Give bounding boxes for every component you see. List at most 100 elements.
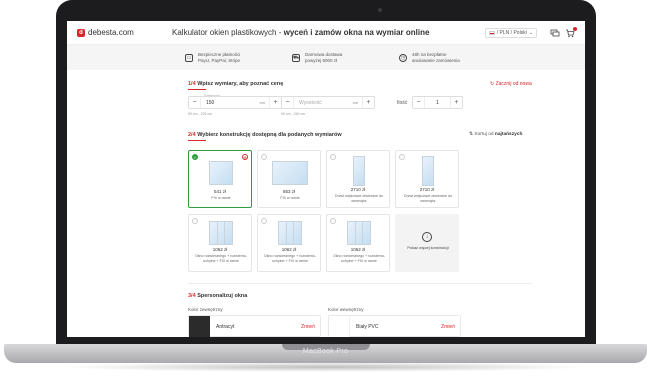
clock-icon: ◷	[399, 53, 407, 62]
height-unit: cm	[352, 100, 358, 105]
card-description: FIX w ramie	[280, 196, 300, 200]
logo-mark-icon: d	[77, 28, 85, 37]
show-more-label: Pokaż więcej konstrukcji	[407, 246, 449, 250]
quantity-stepper[interactable]: − 1 +	[412, 96, 463, 109]
check-icon: ✓	[192, 154, 198, 160]
quantity-increment-button[interactable]: +	[450, 97, 462, 108]
benefit-line2: PayU, PayPal, Stripe	[198, 57, 241, 63]
width-increment-button[interactable]: +	[269, 97, 281, 108]
construction-card[interactable]: ✓ ⊕ 541 zł FIX w ramie	[188, 150, 252, 208]
camera-icon	[378, 8, 382, 12]
construction-card[interactable]: 1062 zł Okno rozwieranego + rozwierno-uc…	[326, 214, 390, 272]
card-description: Okno rozwieranego + rozwierno-uchylne + …	[332, 254, 386, 263]
radio-icon	[399, 154, 405, 160]
card-description: Okno rozwieranego + rozwierno-uchylne + …	[194, 254, 248, 263]
step1-heading: 1/4 Wpisz wymiary, aby poznać cenę	[188, 81, 283, 87]
page-title-plain: Kalkulator okien plastikowych -	[172, 28, 284, 37]
radio-icon	[330, 218, 336, 224]
width-unit: cm	[259, 100, 265, 105]
outer-color-change-button[interactable]: Zmień	[301, 324, 315, 330]
step1-title: Wpisz wymiary, aby poznać cenę	[197, 81, 284, 87]
step3-title: Spersonalizuj okna	[197, 293, 248, 299]
logo[interactable]: d debesta.com	[77, 28, 172, 37]
screen: d debesta.com Kalkulator okien plastikow…	[67, 21, 585, 337]
window-triple-icon	[209, 221, 233, 245]
width-input[interactable]: 150	[201, 100, 260, 106]
card-price: 2710 zł	[419, 187, 435, 192]
construction-card[interactable]: 853 zł FIX w ramie	[257, 150, 321, 208]
construction-card[interactable]: 1062 zł Okno rozwieranego + rozwierno-uc…	[257, 214, 321, 272]
door-icon	[353, 156, 365, 186]
cart-icon[interactable]	[565, 26, 577, 38]
quantity-decrement-button[interactable]: −	[413, 97, 425, 108]
radio-icon	[192, 218, 198, 224]
flag-pl-icon	[488, 30, 495, 35]
card-description: Drzwi wejściowe otwierane do wewnątrz	[335, 194, 383, 203]
step2-title: Wybierz konstrukcję dostępną dla podanyc…	[197, 132, 342, 138]
height-input[interactable]: Wysokość	[294, 100, 353, 106]
sort-value: najtańszych	[494, 132, 523, 137]
language-selector[interactable]: / PLN / Polski ⌄	[484, 27, 537, 38]
inner-color-value: Biały PVC	[356, 324, 379, 330]
height-increment-button[interactable]: +	[362, 97, 374, 108]
outer-color-label: Kolor zewnętrzny	[188, 307, 223, 312]
top-bar: d debesta.com Kalkulator okien plastikow…	[67, 21, 585, 45]
chat-icon[interactable]	[550, 28, 560, 38]
construction-card[interactable]: 2710 zł Drzwi wejściowe otwierane do wew…	[326, 150, 390, 208]
step3-number: 3/4	[188, 293, 196, 299]
radio-icon	[261, 218, 267, 224]
benefit-cancel: ◷ 48h na bezpłatne anulowanie zamówienia	[399, 52, 473, 64]
card-price: 1062 zł	[350, 247, 366, 252]
radio-icon	[330, 154, 336, 160]
benefit-payment: ▭ Bezpieczne płatności PayU, PayPal, Stri…	[185, 52, 259, 64]
language-label: / PLN / Polski	[496, 29, 527, 36]
construction-card[interactable]: 1062 zł Okno rozwieranego + rozwierno-uc…	[188, 214, 252, 272]
card-price: 541 zł	[213, 189, 226, 194]
step2-heading: 2/4 Wybierz konstrukcję dostępną dla pod…	[188, 132, 342, 138]
height-decrement-button[interactable]: −	[282, 97, 294, 108]
outer-color-value: Antracyt	[216, 324, 235, 330]
width-decrement-button[interactable]: −	[189, 97, 201, 108]
card-price: 1062 zł	[281, 247, 297, 252]
step2-underline	[188, 140, 206, 141]
outer-color-swatch	[189, 316, 210, 337]
benefits-bar: ▭ Bezpieczne płatności PayU, PayPal, Stri…	[67, 45, 585, 70]
laptop-shadow	[60, 362, 591, 372]
step3-heading: 3/4 Spersonalizuj okna	[188, 293, 247, 299]
width-range: 50 cm - 226 cm	[188, 112, 213, 116]
step2-number: 2/4	[188, 132, 196, 138]
benefit-line2: powyżej 6000 zł	[305, 57, 338, 63]
window-triple-icon	[347, 221, 371, 245]
width-stepper[interactable]: − 150 cm +	[188, 96, 282, 109]
quantity-input[interactable]: 1	[425, 100, 450, 106]
step1-number: 1/4	[188, 81, 196, 87]
outer-color-selector[interactable]: Antracyt Zmień	[188, 315, 321, 337]
card-price: 1062 zł	[212, 247, 228, 252]
window-triple-icon	[278, 221, 302, 245]
chevron-down-icon: ⌄	[528, 29, 533, 36]
show-more-constructions-button[interactable]: ↓ Pokaż więcej konstrukcji	[395, 214, 459, 272]
window-fix-icon	[209, 161, 233, 185]
sort-icon: ⇅	[469, 132, 474, 137]
card-price: 853 zł	[282, 189, 295, 194]
step1-underline	[188, 89, 206, 90]
benefit-line1: Bezpieczne płatności	[198, 51, 241, 57]
card-description: Drzwi wejściowe otwierane do wewnątrz	[404, 194, 452, 203]
height-stepper[interactable]: − Wysokość cm +	[281, 96, 375, 109]
inner-color-selector[interactable]: Biały PVC Zmień	[328, 315, 461, 337]
construction-card[interactable]: 2710 zł Drzwi wejściowe otwierane do wew…	[395, 150, 459, 208]
benefit-delivery: ⛟ Darmowa dostawa powyżej 6000 zł	[292, 52, 366, 64]
reset-link[interactable]: ↻ Zacznij od nowa	[490, 81, 532, 87]
zoom-icon[interactable]: ⊕	[242, 154, 248, 160]
sort-control[interactable]: ⇅ Sortuj od najtańszych	[469, 132, 522, 137]
window-fix-wide-icon	[272, 161, 308, 185]
section-divider	[188, 283, 533, 284]
truck-icon: ⛟	[292, 53, 300, 62]
inner-color-label: Kolor wewnętrzny	[328, 307, 364, 312]
inner-color-change-button[interactable]: Zmień	[441, 324, 455, 330]
page-title: Kalkulator okien plastikowych - wyceń i …	[172, 28, 485, 37]
page-title-bold: wyceń i zamów okna na wymiar online	[283, 28, 430, 37]
benefit-line2: anulowanie zamówienia	[412, 57, 460, 63]
refresh-icon: ↻	[490, 81, 495, 87]
logo-text: debesta.com	[88, 28, 134, 37]
